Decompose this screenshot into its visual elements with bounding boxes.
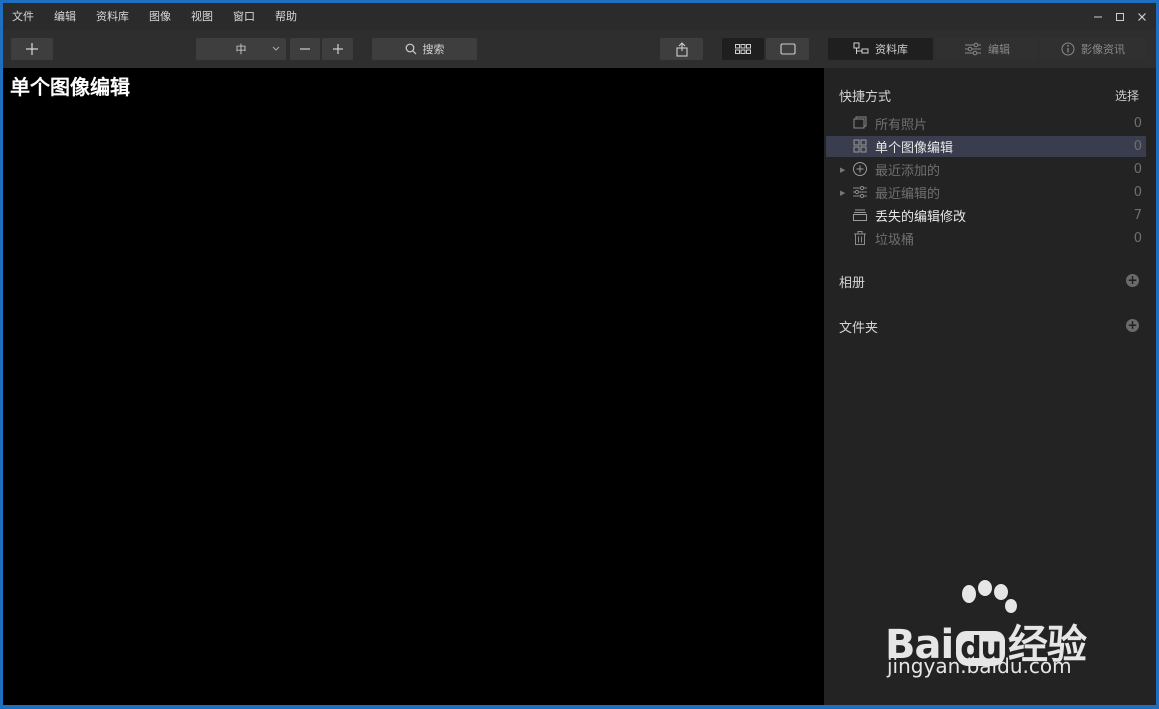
add-album-icon[interactable]: + bbox=[1126, 274, 1139, 287]
thumbnail-size-select[interactable]: 中 bbox=[196, 38, 286, 60]
chevron-down-icon bbox=[272, 46, 280, 51]
add-folder-icon[interactable]: + bbox=[1126, 319, 1139, 332]
trash-icon bbox=[854, 231, 866, 245]
minus-icon bbox=[300, 48, 310, 50]
image-browser[interactable]: 单个图像编辑 bbox=[3, 68, 824, 705]
albums-heading: 相册 bbox=[839, 276, 866, 291]
tab-library[interactable]: 资料库 bbox=[828, 38, 933, 60]
share-icon bbox=[675, 41, 688, 57]
tab-image-info[interactable]: 影像资讯 bbox=[1040, 38, 1146, 60]
stack-icon bbox=[853, 209, 867, 221]
menu-edit[interactable]: 编辑 bbox=[44, 3, 86, 30]
sidebar-item-count: 0 bbox=[1133, 162, 1142, 177]
maximize-icon[interactable] bbox=[1114, 11, 1126, 23]
sidebar-item-single-image-edit[interactable]: 单个图像编辑 0 bbox=[826, 136, 1146, 157]
close-icon[interactable] bbox=[1136, 11, 1148, 23]
sidebar-item-recently-edited[interactable]: ▶ 最近编辑的 0 bbox=[826, 182, 1146, 203]
sidebar-item-count: 0 bbox=[1133, 185, 1142, 200]
tab-edit-label: 编辑 bbox=[988, 43, 1010, 56]
folders-heading: 文件夹 bbox=[839, 321, 879, 336]
zoom-in-button[interactable] bbox=[322, 38, 353, 60]
sidebar-item-label: 丢失的编辑修改 bbox=[875, 210, 967, 225]
search-button[interactable]: 搜索 bbox=[372, 38, 477, 60]
sidebar-item-label: 单个图像编辑 bbox=[875, 141, 954, 156]
search-label: 搜索 bbox=[422, 43, 445, 56]
menu-library[interactable]: 资料库 bbox=[86, 3, 139, 30]
minimize-icon[interactable] bbox=[1092, 11, 1104, 23]
info-icon bbox=[1061, 42, 1075, 56]
add-button[interactable] bbox=[11, 38, 53, 60]
sidebar-item-count: 0 bbox=[1133, 139, 1142, 154]
sidebar-item-label: 最近编辑的 bbox=[875, 187, 941, 202]
menu-bar: 文件 编辑 资料库 图像 视图 窗口 帮助 bbox=[3, 3, 1156, 30]
toolbar: 中 搜索 资料库 编辑 影像资讯 bbox=[3, 30, 1156, 68]
single-view-button[interactable] bbox=[766, 38, 809, 60]
sidebar-item-lost-edits[interactable]: 丢失的编辑修改 7 bbox=[826, 205, 1146, 226]
baidu-watermark: Bai du 经验 jingyan.baidu.com bbox=[885, 580, 1105, 680]
sidebar-item-count: 7 bbox=[1133, 208, 1142, 223]
share-button[interactable] bbox=[660, 38, 703, 60]
sidebar-item-label: 所有照片 bbox=[875, 118, 928, 133]
shortcuts-heading: 快捷方式 bbox=[839, 90, 892, 105]
grid-icon bbox=[735, 44, 751, 54]
menu-file[interactable]: 文件 bbox=[3, 3, 44, 30]
menu-image[interactable]: 图像 bbox=[139, 3, 181, 30]
expand-arrow-icon[interactable]: ▶ bbox=[840, 189, 845, 197]
sliders-icon bbox=[853, 185, 867, 199]
search-icon bbox=[405, 43, 416, 55]
sidebar-item-label: 垃圾桶 bbox=[875, 233, 915, 248]
sidebar-item-count: 0 bbox=[1133, 231, 1142, 246]
page-title: 单个图像编辑 bbox=[10, 75, 130, 99]
photos-icon bbox=[853, 116, 867, 129]
sidebar-item-trash[interactable]: 垃圾桶 0 bbox=[826, 228, 1146, 249]
single-image-icon bbox=[779, 43, 796, 55]
watermark-url: jingyan.baidu.com bbox=[887, 654, 1072, 678]
sidebar-item-label: 最近添加的 bbox=[875, 164, 941, 179]
sidebar-item-recently-added[interactable]: ▶ 最近添加的 0 bbox=[826, 159, 1146, 180]
zoom-out-button[interactable] bbox=[290, 38, 320, 60]
expand-arrow-icon[interactable]: ▶ bbox=[840, 166, 845, 174]
menu-window[interactable]: 窗口 bbox=[223, 3, 265, 30]
plus-circle-icon bbox=[853, 162, 867, 176]
tab-edit[interactable]: 编辑 bbox=[936, 38, 1038, 60]
menu-help[interactable]: 帮助 bbox=[265, 3, 307, 30]
library-icon bbox=[853, 42, 869, 54]
grid-icon bbox=[853, 139, 867, 153]
select-button[interactable]: 选择 bbox=[1115, 87, 1139, 104]
sidebar-item-count: 0 bbox=[1133, 116, 1142, 131]
tab-library-label: 资料库 bbox=[875, 43, 908, 56]
tab-image-info-label: 影像资讯 bbox=[1081, 43, 1125, 56]
sidebar-item-all-photos[interactable]: 所有照片 0 bbox=[826, 113, 1146, 134]
menu-view[interactable]: 视图 bbox=[181, 3, 223, 30]
sliders-icon bbox=[965, 42, 981, 56]
grid-view-button[interactable] bbox=[722, 38, 764, 60]
window-controls bbox=[1092, 3, 1148, 30]
thumbnail-size-value: 中 bbox=[235, 43, 247, 56]
plus-icon bbox=[26, 43, 38, 55]
plus-icon bbox=[332, 44, 343, 54]
